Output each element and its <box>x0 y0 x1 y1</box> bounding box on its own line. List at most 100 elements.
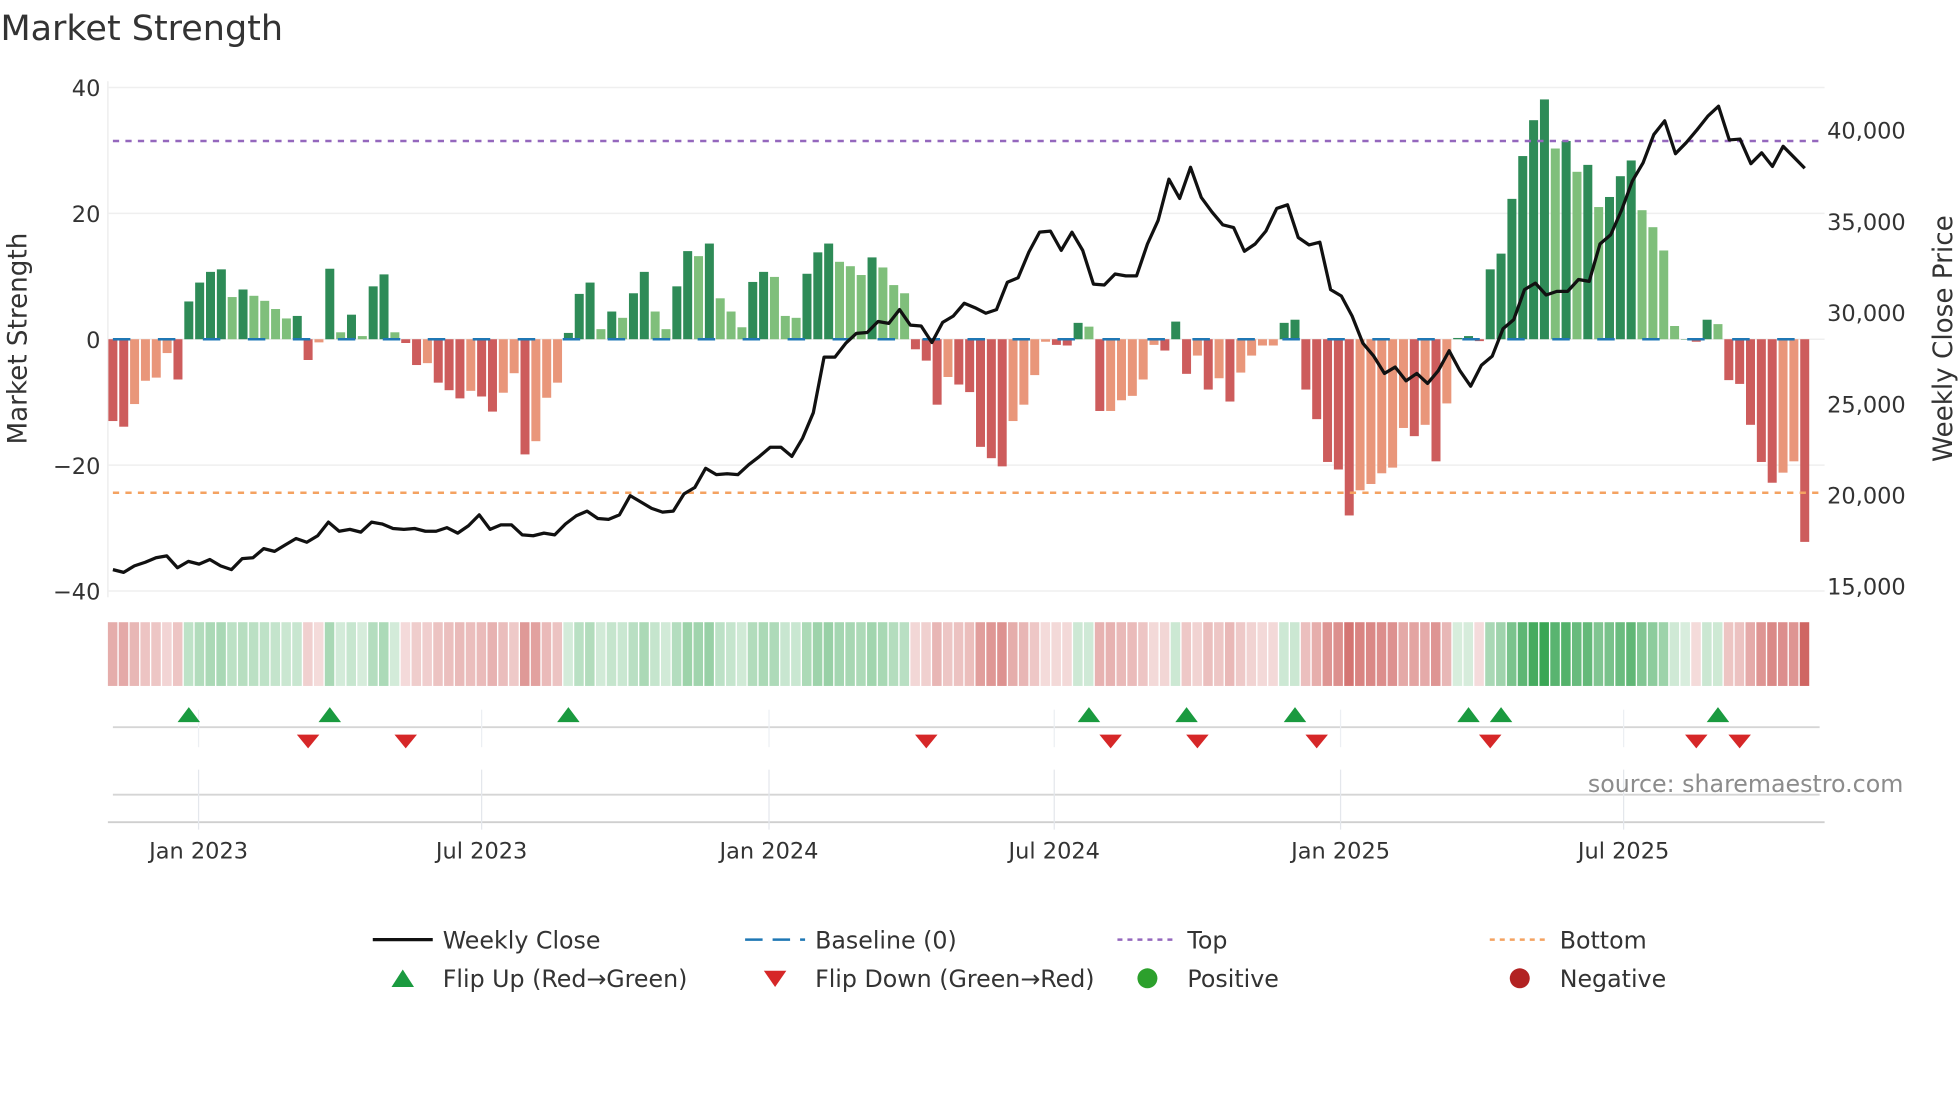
strength-bar <box>216 269 226 340</box>
strength-bar <box>1323 339 1333 462</box>
strip-cell <box>1181 622 1192 686</box>
strength-bar <box>346 314 356 340</box>
legend-label: Flip Up (Red→Green) <box>443 965 688 993</box>
strip-cell <box>552 622 563 686</box>
strength-bar <box>791 317 801 340</box>
strength-bar <box>943 339 953 377</box>
strip-cell <box>899 622 910 686</box>
strip-cell <box>1734 622 1745 686</box>
strip-cell <box>1452 622 1463 686</box>
strength-bar <box>1019 339 1029 405</box>
strength-bar <box>1344 339 1354 516</box>
strength-bar <box>1409 339 1419 437</box>
triangle-down-icon <box>763 970 787 988</box>
strip-cell <box>107 622 118 686</box>
strip-cell <box>172 622 183 686</box>
flip-up-marker <box>1457 707 1480 723</box>
legend-label: Bottom <box>1560 926 1647 954</box>
y-tick-label: −20 <box>53 454 100 480</box>
strength-bar <box>1702 319 1712 340</box>
strength-bar <box>325 268 335 340</box>
strength-bar <box>1670 326 1680 340</box>
strength-bar <box>1203 339 1213 390</box>
strength-bar <box>1605 196 1615 340</box>
strip-cell <box>563 622 573 686</box>
strength-bar <box>1431 339 1441 462</box>
strip-cell <box>400 622 411 686</box>
strip-cell <box>1203 622 1213 686</box>
x-tick-label: Jan 2023 <box>147 838 248 864</box>
strip-cell <box>682 622 693 686</box>
strip-cell <box>1561 622 1571 686</box>
strip-cell <box>1799 622 1810 686</box>
x-tick-label: Jul 2023 <box>434 838 527 864</box>
strip-cell <box>281 622 291 686</box>
strip-cell <box>910 622 920 686</box>
strip-cell <box>1051 622 1061 686</box>
y-tick-label: −40 <box>53 580 100 606</box>
strip-cell <box>379 622 389 686</box>
strength-bar <box>553 339 563 383</box>
strip-cell <box>1355 622 1365 686</box>
y2-tick-label: 30,000 <box>1827 301 1906 327</box>
strip-cell <box>1279 622 1289 686</box>
strength-bar <box>1724 339 1734 381</box>
legend-label: Baseline (0) <box>815 926 957 954</box>
strip-cell <box>856 622 866 686</box>
strength-bar <box>932 339 942 405</box>
strength-bar <box>921 339 931 361</box>
legend-label: Negative <box>1560 965 1666 993</box>
legend-item-positive: Positive <box>1137 965 1279 993</box>
strip-cell <box>1626 622 1636 686</box>
strip-cell <box>1702 622 1712 686</box>
strip-cell <box>1680 622 1690 686</box>
strength-bar <box>1539 99 1549 340</box>
strip-cell <box>726 622 736 686</box>
strength-bar <box>997 339 1007 467</box>
strength-bar <box>1746 339 1755 425</box>
strength-bar <box>845 266 855 340</box>
y2-tick-label: 35,000 <box>1827 210 1906 236</box>
strip-cell <box>617 622 628 686</box>
strength-bar <box>1713 324 1723 340</box>
strength-bar <box>1659 250 1669 340</box>
strength-bar <box>1648 227 1658 340</box>
strength-bar <box>477 339 487 397</box>
legend-item-flip_down: Flip Down (Green→Red) <box>763 965 1095 993</box>
strength-bar <box>802 273 812 340</box>
strip-cell <box>140 622 150 686</box>
strength-bar <box>1485 269 1495 340</box>
strength-bar <box>1453 337 1463 340</box>
strip-cell <box>758 622 769 686</box>
legend-label: Weekly Close <box>443 926 601 954</box>
strength-bar <box>173 339 183 380</box>
y-tick-label: 0 <box>86 328 100 354</box>
strip-cell <box>715 622 725 686</box>
strip-cell <box>1214 622 1224 686</box>
strip-cell <box>845 622 855 686</box>
strip-cell <box>606 622 617 686</box>
strip-cell <box>227 622 237 686</box>
strip-cell <box>1376 622 1387 686</box>
strip-cell <box>1268 622 1278 686</box>
y2-axis-label: Weekly Close Price <box>1929 215 1959 462</box>
strength-bar <box>1789 339 1799 462</box>
strip-cell <box>812 622 823 686</box>
strength-bar <box>292 315 302 340</box>
strength-bar <box>1756 339 1766 462</box>
strength-bar <box>1442 339 1452 404</box>
strip-cell <box>888 622 899 686</box>
strength-bar <box>607 311 617 340</box>
source-note: source: sharemaestro.com <box>1588 770 1903 798</box>
strip-cell <box>867 622 877 686</box>
strip-cell <box>183 622 194 686</box>
flip-down-marker <box>1305 734 1328 749</box>
x-tick-label: Jan 2024 <box>718 838 819 864</box>
strength-bar <box>759 271 769 340</box>
strength-bar <box>1388 339 1398 468</box>
strip-cell <box>238 622 248 686</box>
strength-bar <box>314 339 324 343</box>
strength-bar <box>260 300 270 340</box>
strip-cell <box>1224 622 1235 686</box>
strip-cell <box>1474 622 1484 686</box>
